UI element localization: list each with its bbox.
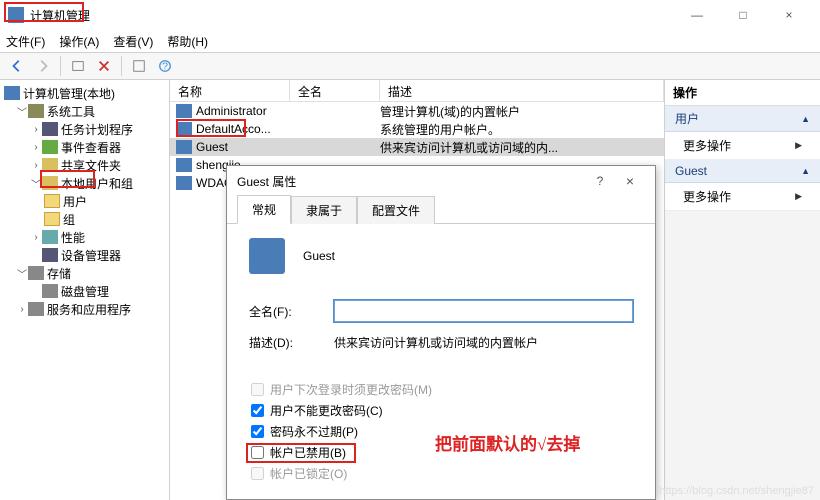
tree-event[interactable]: ›事件查看器 [2, 138, 167, 156]
user-icon [176, 122, 192, 136]
actions-pane: 操作 用户▲ 更多操作▶ Guest▲ 更多操作▶ [665, 80, 820, 500]
tree-disk[interactable]: 磁盘管理 [2, 282, 167, 300]
back-button[interactable] [6, 55, 28, 77]
user-icon [176, 140, 192, 154]
fullname-input[interactable] [334, 300, 633, 322]
col-name[interactable]: 名称 [170, 80, 290, 101]
nav-tree: 计算机管理(本地) ﹀系统工具 ›任务计划程序 ›事件查看器 ›共享文件夹 ﹀本… [0, 80, 170, 500]
dialog-help-button[interactable]: ? [585, 174, 615, 188]
watermark: https://blog.csdn.net/shengjie87 [659, 485, 814, 497]
chk-cantchange[interactable]: 用户不能更改密码(C) [249, 402, 633, 419]
dialog-close-button[interactable]: × [615, 173, 645, 189]
user-icon [176, 176, 192, 190]
chk-disabled-box[interactable] [251, 446, 264, 459]
list-header: 名称 全名 描述 [170, 80, 664, 102]
dialog-titlebar: Guest 属性 ? × [227, 166, 655, 196]
delete-button[interactable] [93, 55, 115, 77]
tree-share[interactable]: ›共享文件夹 [2, 156, 167, 174]
dialog-title: Guest 属性 [237, 173, 585, 190]
collapse-icon: ▲ [801, 114, 810, 124]
chk-cantchange-box[interactable] [251, 404, 264, 417]
actions-more[interactable]: 更多操作▶ [665, 132, 820, 160]
menu-help[interactable]: 帮助(H) [167, 33, 208, 50]
menubar: 文件(F) 操作(A) 查看(V) 帮助(H) [0, 30, 820, 52]
user-row[interactable]: DefaultAcco...系统管理的用户帐户。 [170, 120, 664, 138]
collapse-icon: ▲ [801, 166, 810, 176]
user-icon [176, 104, 192, 118]
chk-locked-box [251, 467, 264, 480]
tree-sched[interactable]: ›任务计划程序 [2, 120, 167, 138]
tree-devmgr[interactable]: 设备管理器 [2, 246, 167, 264]
close-button[interactable]: × [766, 0, 812, 30]
actions-title: 操作 [665, 80, 820, 106]
toolbar-divider [121, 56, 122, 76]
tree-users[interactable]: 用户 [2, 192, 167, 210]
col-fullname[interactable]: 全名 [290, 80, 380, 101]
refresh-button[interactable] [128, 55, 150, 77]
toolbar-divider [60, 56, 61, 76]
properties-button[interactable] [67, 55, 89, 77]
actions-group-guest[interactable]: Guest▲ [665, 160, 820, 183]
desc-value: 供来宾访问计算机或访问域的内置帐户 [334, 334, 633, 351]
dialog-body: Guest 全名(F): 描述(D): 供来宾访问计算机或访问域的内置帐户 用户… [227, 224, 655, 500]
actions-group-user[interactable]: 用户▲ [665, 106, 820, 132]
chk-mustchange-box [251, 383, 264, 396]
chk-locked: 帐户已锁定(O) [249, 465, 633, 482]
tree-storage[interactable]: ﹀存储 [2, 264, 167, 282]
svg-text:?: ? [162, 61, 168, 73]
forward-button[interactable] [32, 55, 54, 77]
window-title: 计算机管理 [30, 7, 674, 24]
dialog-tabs: 常规 隶属于 配置文件 [227, 196, 655, 224]
menu-action[interactable]: 操作(A) [59, 33, 99, 50]
menu-view[interactable]: 查看(V) [113, 33, 153, 50]
chevron-right-icon: ▶ [795, 191, 802, 202]
help-button[interactable]: ? [154, 55, 176, 77]
actions-more[interactable]: 更多操作▶ [665, 183, 820, 211]
tree-perf[interactable]: ›性能 [2, 228, 167, 246]
fullname-label: 全名(F): [249, 303, 334, 320]
tree-systools[interactable]: ﹀系统工具 [2, 102, 167, 120]
dialog-username: Guest [303, 249, 335, 263]
chk-mustchange: 用户下次登录时须更改密码(M) [249, 381, 633, 398]
tab-memberof[interactable]: 隶属于 [291, 196, 357, 224]
chk-neverexp-box[interactable] [251, 425, 264, 438]
minimize-button[interactable]: — [674, 0, 720, 30]
col-desc[interactable]: 描述 [380, 80, 664, 101]
tab-profile[interactable]: 配置文件 [357, 196, 435, 224]
user-avatar-icon [249, 238, 285, 274]
chevron-right-icon: ▶ [795, 140, 802, 151]
tree-groups[interactable]: 组 [2, 210, 167, 228]
toolbar: ? [0, 52, 820, 80]
tree-localusers[interactable]: ﹀本地用户和组 [2, 174, 167, 192]
tree-root[interactable]: 计算机管理(本地) [2, 84, 167, 102]
user-icon [176, 158, 192, 172]
user-row[interactable]: Administrator管理计算机(域)的内置帐户 [170, 102, 664, 120]
annotation-text: 把前面默认的√去掉 [435, 430, 580, 455]
app-icon [8, 7, 24, 23]
menu-file[interactable]: 文件(F) [6, 33, 45, 50]
tree-services[interactable]: ›服务和应用程序 [2, 300, 167, 318]
desc-label: 描述(D): [249, 334, 334, 351]
user-row-selected[interactable]: Guest供来宾访问计算机或访问域的内... [170, 138, 664, 156]
tab-general[interactable]: 常规 [237, 195, 291, 224]
titlebar: 计算机管理 — □ × [0, 0, 820, 30]
maximize-button[interactable]: □ [720, 0, 766, 30]
